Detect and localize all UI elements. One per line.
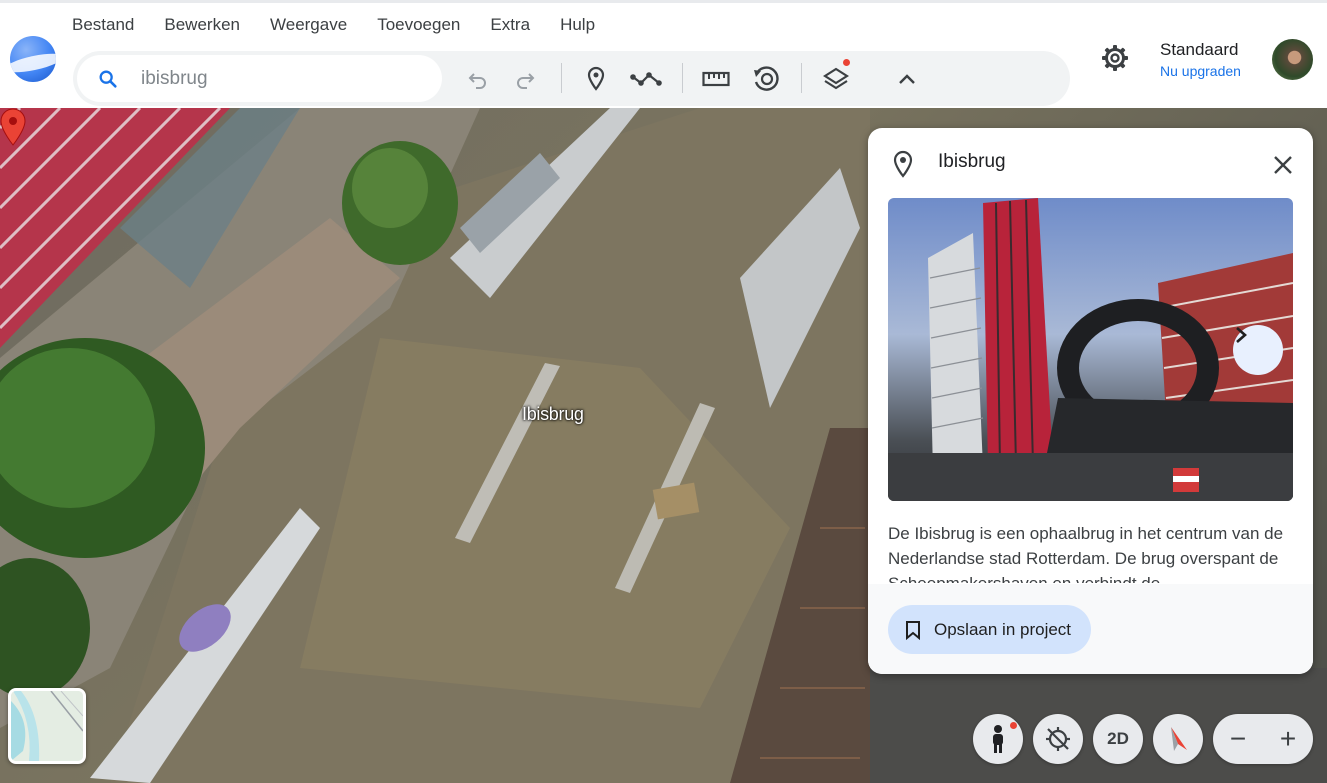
close-icon <box>1274 156 1292 174</box>
place-photo[interactable] <box>888 198 1293 501</box>
draw-path-button[interactable] <box>630 63 662 95</box>
close-button[interactable] <box>1268 150 1298 180</box>
avatar[interactable] <box>1272 39 1313 80</box>
toolbar-divider <box>801 63 802 93</box>
path-icon <box>630 72 662 86</box>
undo-button[interactable] <box>461 63 493 95</box>
map-place-label: Ibisbrug <box>522 404 584 424</box>
toolbar-divider <box>561 63 562 93</box>
minimap[interactable] <box>8 688 86 764</box>
toggle-2d-button[interactable]: 2D <box>1093 714 1143 764</box>
placemark-icon <box>587 66 605 91</box>
toolbar <box>73 51 1070 106</box>
ruler-icon <box>702 71 730 87</box>
zoom-in-button[interactable]: + <box>1263 714 1313 764</box>
collapse-toolbar-button[interactable] <box>891 63 923 95</box>
panel-title: Ibisbrug <box>938 151 1006 172</box>
menu-item-bestand[interactable]: Bestand <box>72 15 134 35</box>
compass-icon <box>1171 727 1187 751</box>
menu-item-bewerken[interactable]: Bewerken <box>164 15 240 35</box>
search-icon <box>99 70 117 88</box>
chevron-right-icon <box>1236 327 1247 343</box>
zoom-out-button[interactable]: − <box>1213 714 1263 764</box>
google-earth-logo[interactable] <box>10 36 56 82</box>
location-off-button[interactable] <box>1033 714 1083 764</box>
layers-icon <box>823 67 849 90</box>
search-box[interactable] <box>77 55 442 102</box>
historical-imagery-icon <box>754 66 779 91</box>
location-pin-icon <box>893 150 913 178</box>
panel-footer: Opslaan in project <box>868 584 1313 674</box>
bookmark-icon <box>906 620 920 640</box>
toolbar-divider <box>682 63 683 93</box>
street-view-button[interactable] <box>973 714 1023 764</box>
next-photo-button[interactable] <box>1233 325 1283 375</box>
menu-item-weergave[interactable]: Weergave <box>270 15 347 35</box>
undo-icon <box>468 73 486 89</box>
add-placemark-button[interactable] <box>580 63 612 95</box>
menu-bar: Bestand Bewerken Weergave Toevoegen Extr… <box>72 15 625 35</box>
zoom-control: − + <box>1213 714 1313 764</box>
save-to-project-button[interactable]: Opslaan in project <box>888 605 1092 654</box>
menu-item-hulp[interactable]: Hulp <box>560 15 595 35</box>
historical-imagery-button[interactable] <box>750 63 782 95</box>
minimap-image <box>11 691 83 761</box>
map-pin-icon[interactable] <box>0 108 26 146</box>
upgrade-link[interactable]: Nu upgraden <box>1160 63 1241 79</box>
compass-button[interactable] <box>1153 714 1203 764</box>
menu-item-toevoegen[interactable]: Toevoegen <box>377 15 460 35</box>
save-button-label: Opslaan in project <box>934 619 1072 639</box>
notification-dot <box>843 59 850 66</box>
place-description: De Ibisbrug is een ophaalbrug in het cen… <box>888 524 1284 583</box>
redo-icon <box>517 73 535 89</box>
measure-button[interactable] <box>700 63 732 95</box>
search-input[interactable] <box>141 67 421 90</box>
top-bar: Bestand Bewerken Weergave Toevoegen Extr… <box>0 0 1327 108</box>
notification-dot <box>1010 722 1017 729</box>
location-off-icon <box>1046 727 1070 751</box>
info-panel: Ibisbrug De Ibisbrug is een ophaalbrug i… <box>868 128 1313 674</box>
chevron-up-icon <box>899 74 915 84</box>
toggle-2d-label: 2D <box>1107 729 1129 748</box>
layers-button[interactable] <box>820 59 852 95</box>
pegman-icon <box>993 725 1003 753</box>
redo-button[interactable] <box>510 63 542 95</box>
menu-item-extra[interactable]: Extra <box>490 15 530 35</box>
account-plan: Standaard <box>1160 40 1239 59</box>
gear-icon[interactable] <box>1100 43 1130 73</box>
